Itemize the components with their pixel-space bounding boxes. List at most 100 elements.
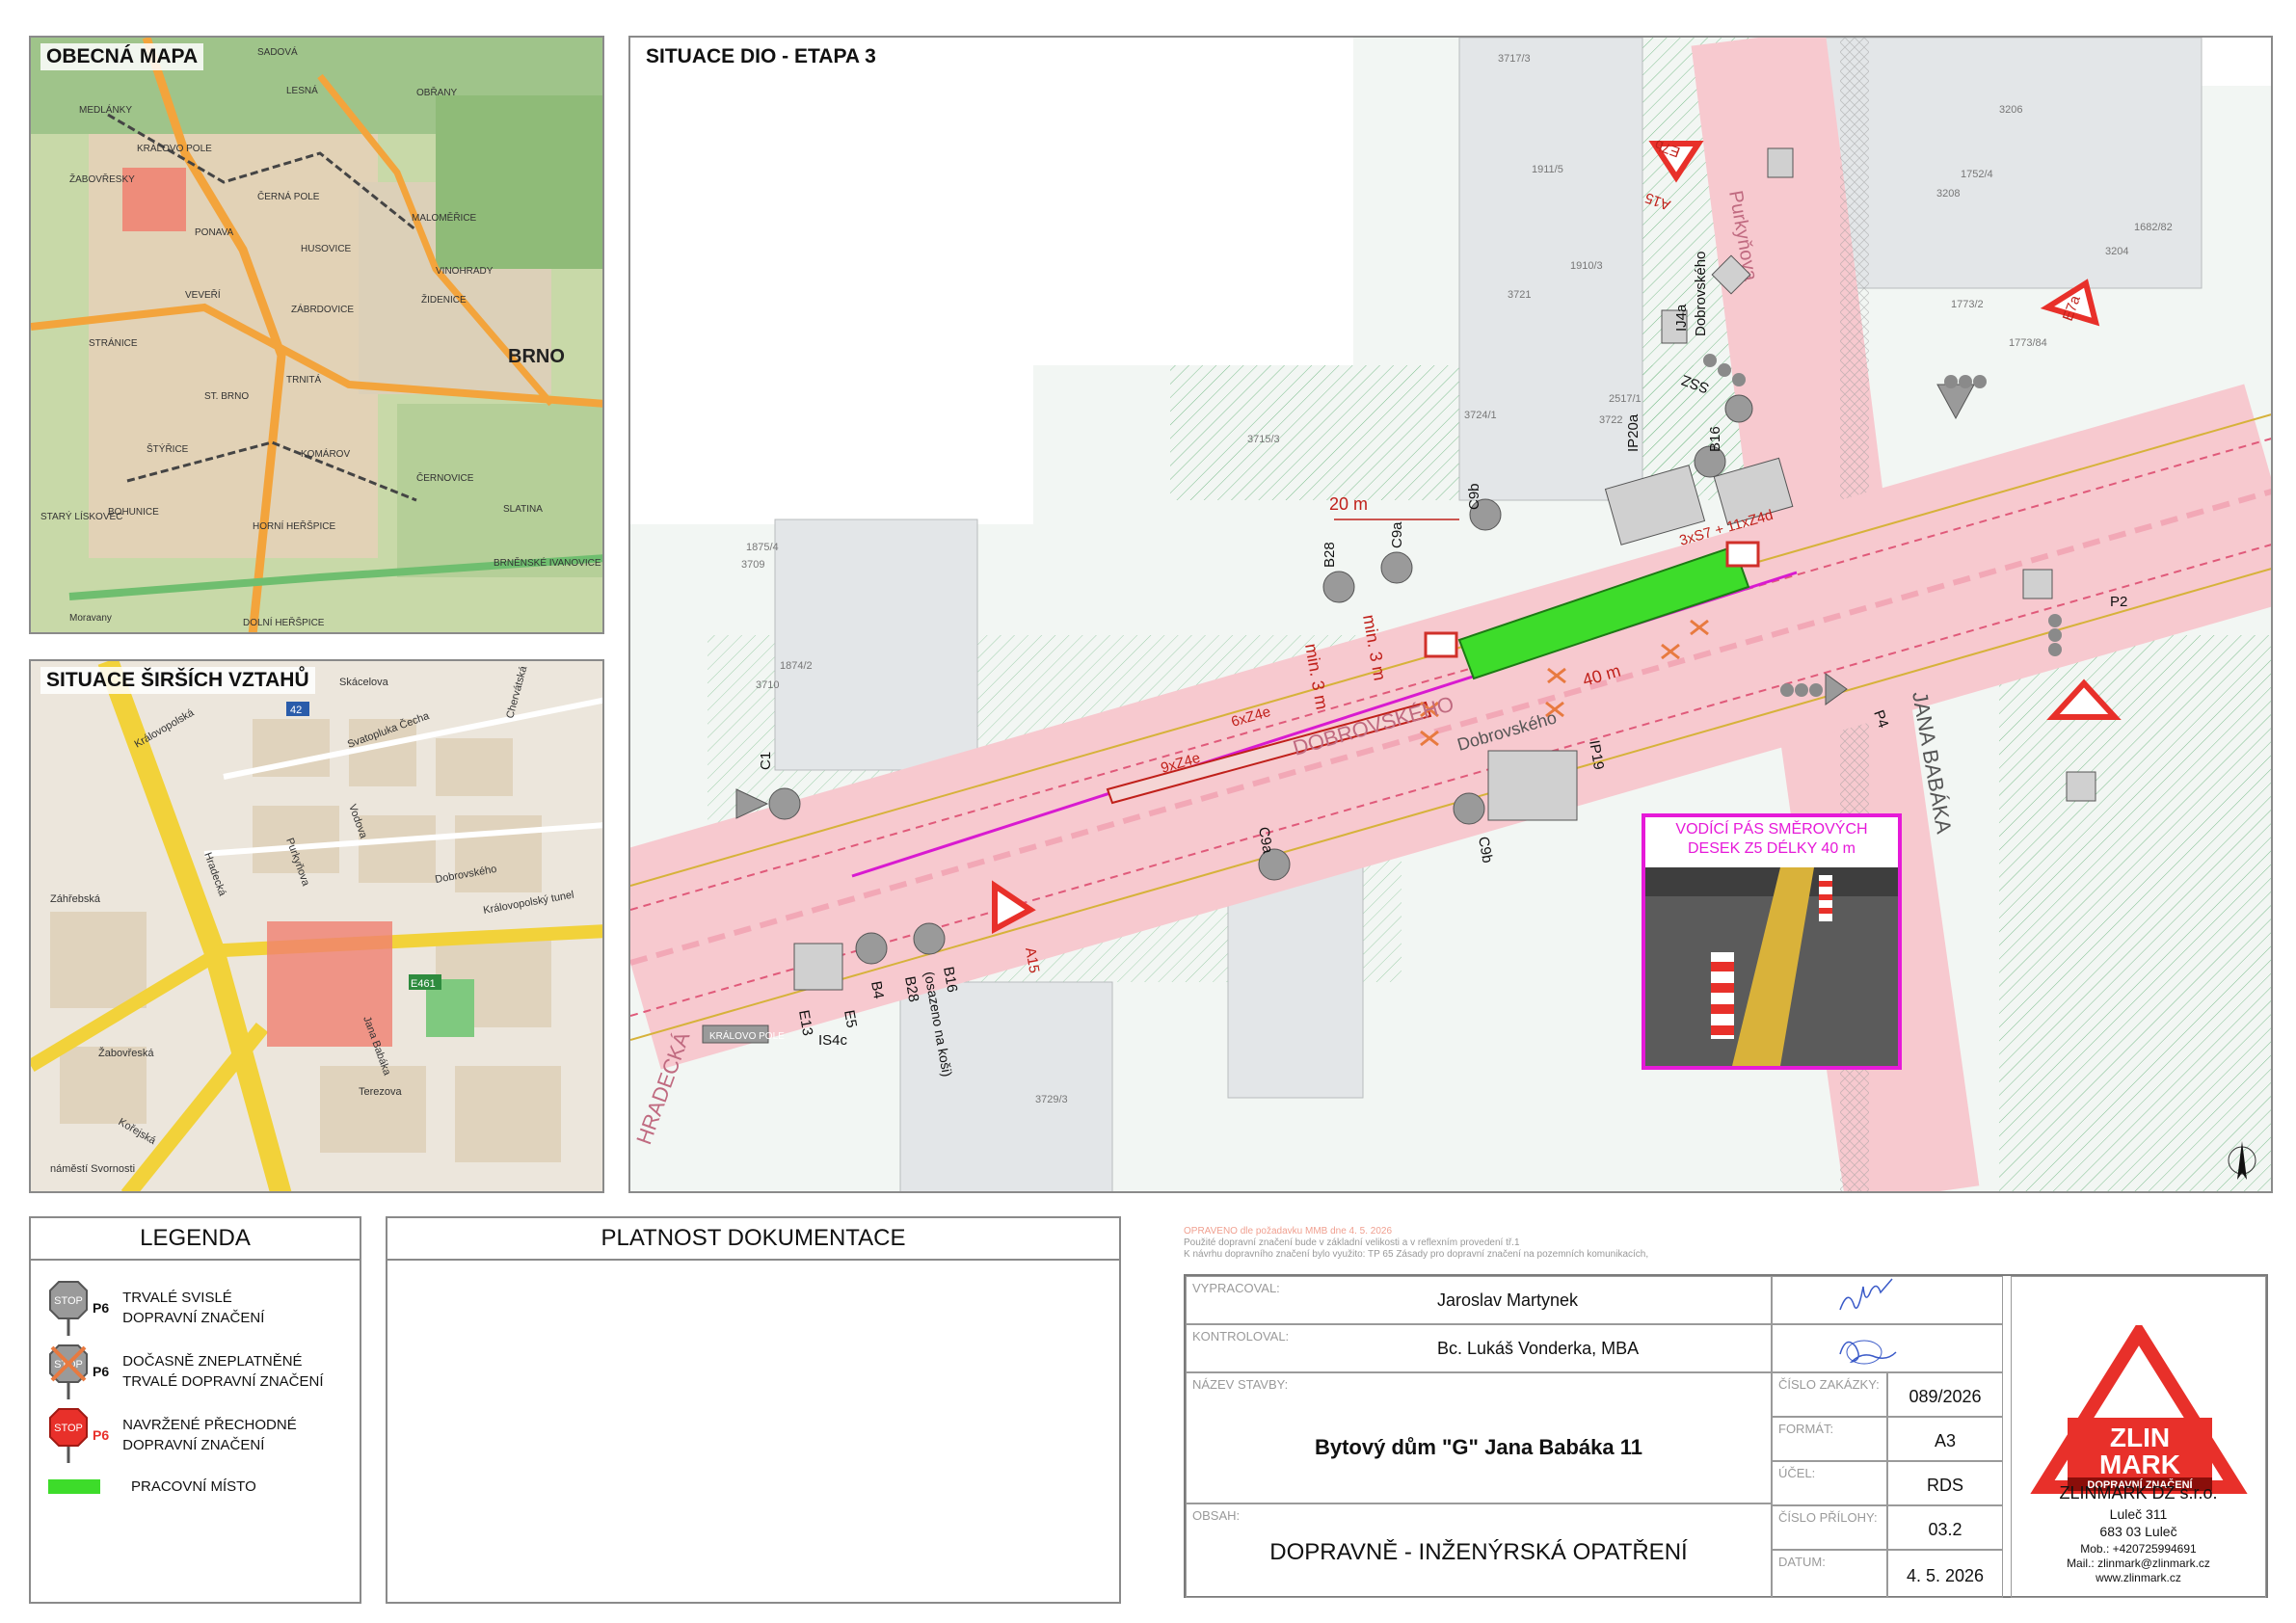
- svg-text:E5: E5: [841, 1009, 860, 1029]
- svg-text:STRÁNICE: STRÁNICE: [89, 336, 138, 349]
- svg-text:1874/2: 1874/2: [780, 660, 813, 672]
- svg-text:náměstí Svornosti: náměstí Svornosti: [50, 1163, 135, 1175]
- svg-text:1911/5: 1911/5: [1532, 164, 1563, 175]
- project-cell: NÁZEV STAVBY: Bytový dům "G" Jana Babáka…: [1186, 1372, 1772, 1503]
- prepared-cell: VYPRACOVAL: Jaroslav Martynek: [1186, 1276, 1772, 1324]
- date-label-cell: DATUM:: [1772, 1550, 1887, 1598]
- purpose-label-cell: ÚČEL:: [1772, 1461, 1887, 1505]
- svg-text:3722: 3722: [1599, 414, 1622, 426]
- company-city: 683 03 Luleč: [2099, 1524, 2177, 1539]
- svg-text:TRNITÁ: TRNITÁ: [286, 373, 321, 386]
- format-label-cell: FORMÁT:: [1772, 1417, 1887, 1461]
- purpose-value-cell: RDS: [1887, 1461, 2003, 1505]
- svg-text:MEDLÁNKY: MEDLÁNKY: [79, 103, 132, 116]
- date-value-cell: 4. 5. 2026: [1887, 1550, 2003, 1598]
- svg-text:P2: P2: [2110, 594, 2127, 610]
- city-label: BRNO: [508, 346, 565, 367]
- checked-cell: KONTROLOVAL: Bc. Lukáš Vonderka, MBA: [1186, 1324, 1772, 1372]
- svg-text:STOP: STOP: [54, 1423, 83, 1434]
- svg-text:42: 42: [290, 705, 302, 716]
- prepared-signature: [1772, 1276, 2003, 1324]
- svg-text:DOLNÍ HEŘŠPICE: DOLNÍ HEŘŠPICE: [243, 616, 325, 628]
- svg-text:ŽIDENICE: ŽIDENICE: [421, 293, 467, 306]
- checked-signature: [1772, 1324, 2003, 1372]
- legend-item-proposed: STOP P6 NAVRŽENÉ PŘECHODNÉ DOPRAVNÍ ZNAČ…: [48, 1407, 297, 1463]
- svg-text:ZÁBRDOVICE: ZÁBRDOVICE: [291, 303, 354, 315]
- svg-text:3204: 3204: [2105, 246, 2128, 257]
- svg-text:Žabovřeská: Žabovřeská: [98, 1047, 154, 1059]
- general-map-panel: OBECNÁ MAPA BRNO SADOVÁ LESNÁ OBŘANY MED…: [29, 36, 604, 634]
- wider-relations-panel: SITUACE ŠIRŠÍCH VZTAHŮ 42 E461 Skácelova…: [29, 659, 604, 1193]
- callout-photo: [1645, 867, 1898, 1066]
- svg-text:ŠTÝŘICE: ŠTÝŘICE: [147, 442, 189, 455]
- svg-text:Terezova: Terezova: [359, 1086, 403, 1098]
- legend-title: LEGENDA: [31, 1218, 360, 1261]
- svg-text:KOMÁROV: KOMÁROV: [301, 447, 350, 460]
- svg-text:IS4c: IS4c: [818, 1032, 848, 1049]
- svg-text:3729/3: 3729/3: [1035, 1094, 1068, 1105]
- svg-text:20 m: 20 m: [1329, 494, 1368, 514]
- svg-text:C9a: C9a: [1389, 521, 1405, 548]
- svg-text:ČERNÁ POLE: ČERNÁ POLE: [257, 190, 320, 202]
- svg-text:IP20a: IP20a: [1625, 413, 1642, 452]
- content-cell: OBSAH: DOPRAVNĚ - INŽENÝRSKÁ OPATŘENÍ: [1186, 1503, 1772, 1598]
- svg-text:KRÁLOVO POLE: KRÁLOVO POLE: [709, 1029, 785, 1042]
- attachment-label-cell: ČÍSLO PŘÍLOHY:: [1772, 1505, 1887, 1550]
- situation-title: SITUACE DIO - ETAPA 3: [640, 43, 882, 70]
- svg-text:2517/1: 2517/1: [1609, 393, 1642, 405]
- company-cell: ZLIN MARK DOPRAVNÍ ZNAČENÍ ZLINMARK DZ s…: [2011, 1276, 2266, 1598]
- svg-text:Záhřebská: Záhřebská: [50, 893, 101, 905]
- svg-text:B16: B16: [1707, 426, 1723, 452]
- stop-sign-grey-icon: STOP: [49, 1281, 88, 1336]
- guide-strip-callout: VODÍCÍ PÁS SMĚROVÝCH DESEK Z5 DÉLKY 40 m: [1642, 813, 1902, 1070]
- svg-text:OBŘANY: OBŘANY: [416, 86, 458, 98]
- svg-text:KRÁLOVO POLE: KRÁLOVO POLE: [137, 142, 212, 154]
- svg-text:Moravany: Moravany: [69, 613, 112, 624]
- validity-panel: PLATNOST DOKUMENTACE: [386, 1216, 1121, 1604]
- svg-text:1773/2: 1773/2: [1951, 299, 1984, 310]
- company-web: www.zlinmark.cz: [2096, 1571, 2181, 1584]
- signature-1-icon: [1839, 1278, 1893, 1311]
- callout-title-line1: VODÍCÍ PÁS SMĚROVÝCH: [1675, 821, 1868, 838]
- callout-title-line2: DESEK Z5 DÉLKY 40 m: [1688, 840, 1855, 857]
- svg-text:Skácelova: Skácelova: [339, 677, 389, 688]
- svg-text:ČERNOVICE: ČERNOVICE: [416, 471, 474, 484]
- svg-text:E461: E461: [411, 978, 436, 990]
- company-phone: Mob.: +420725994691: [2080, 1542, 2197, 1556]
- attachment-value-cell: 03.2: [1887, 1505, 2003, 1550]
- svg-text:B4: B4: [868, 980, 887, 1000]
- svg-text:1910/3: 1910/3: [1570, 260, 1603, 272]
- svg-text:STARÝ LÍSKOVEC: STARÝ LÍSKOVEC: [40, 510, 122, 522]
- wider-relations-title: SITUACE ŠIRŠÍCH VZTAHŮ: [40, 667, 315, 694]
- company-street: Luleč 311: [2109, 1506, 2168, 1522]
- svg-text:C9b: C9b: [1466, 483, 1482, 510]
- svg-text:3208: 3208: [1936, 188, 1960, 200]
- signature-2-icon: [1839, 1340, 1897, 1365]
- svg-text:MARK: MARK: [2099, 1450, 2180, 1479]
- svg-text:B28: B28: [1322, 542, 1338, 568]
- stop-sign-red-icon: STOP: [49, 1408, 88, 1463]
- svg-text:VINOHRADY: VINOHRADY: [436, 266, 494, 277]
- title-block: VYPRACOVAL: Jaroslav Martynek KONTROLOVA…: [1184, 1274, 2268, 1598]
- svg-text:ŽABOVŘESKY: ŽABOVŘESKY: [69, 173, 135, 185]
- svg-text:IJ4a: IJ4a: [1673, 304, 1690, 332]
- svg-text:ST. BRNO: ST. BRNO: [204, 391, 249, 402]
- order-label-cell: ČÍSLO ZAKÁZKY:: [1772, 1372, 1887, 1417]
- svg-text:3717/3: 3717/3: [1498, 53, 1531, 65]
- svg-text:HORNÍ HEŘŠPICE: HORNÍ HEŘŠPICE: [253, 519, 335, 532]
- svg-text:1752/4: 1752/4: [1961, 169, 1993, 180]
- work-area-swatch: [48, 1479, 100, 1494]
- format-value-cell: A3: [1887, 1417, 2003, 1461]
- stop-sign-invalidated-icon: STOP: [49, 1344, 88, 1399]
- svg-text:1875/4: 1875/4: [746, 542, 779, 553]
- svg-text:3715/3: 3715/3: [1247, 434, 1280, 445]
- zlinmark-logo: ZLIN MARK DOPRAVNÍ ZNAČENÍ: [2030, 1325, 2248, 1494]
- svg-text:VEVEŘÍ: VEVEŘÍ: [185, 288, 221, 301]
- general-map-title: OBECNÁ MAPA: [40, 43, 204, 70]
- legend-panel: LEGENDA STOP P6 TRVALÉ SVISLÉ DOPRAVNÍ Z…: [29, 1216, 361, 1604]
- company-mail: Mail.: zlinmark@zlinmark.cz: [2067, 1556, 2210, 1570]
- svg-text:MALOMĚŘICE: MALOMĚŘICE: [412, 211, 477, 224]
- order-value-cell: 089/2026: [1887, 1372, 2003, 1417]
- wider-relations-image: 42 E461 Skácelova Královopolská Svatoplu…: [31, 661, 602, 1191]
- svg-text:1682/82: 1682/82: [2134, 222, 2173, 233]
